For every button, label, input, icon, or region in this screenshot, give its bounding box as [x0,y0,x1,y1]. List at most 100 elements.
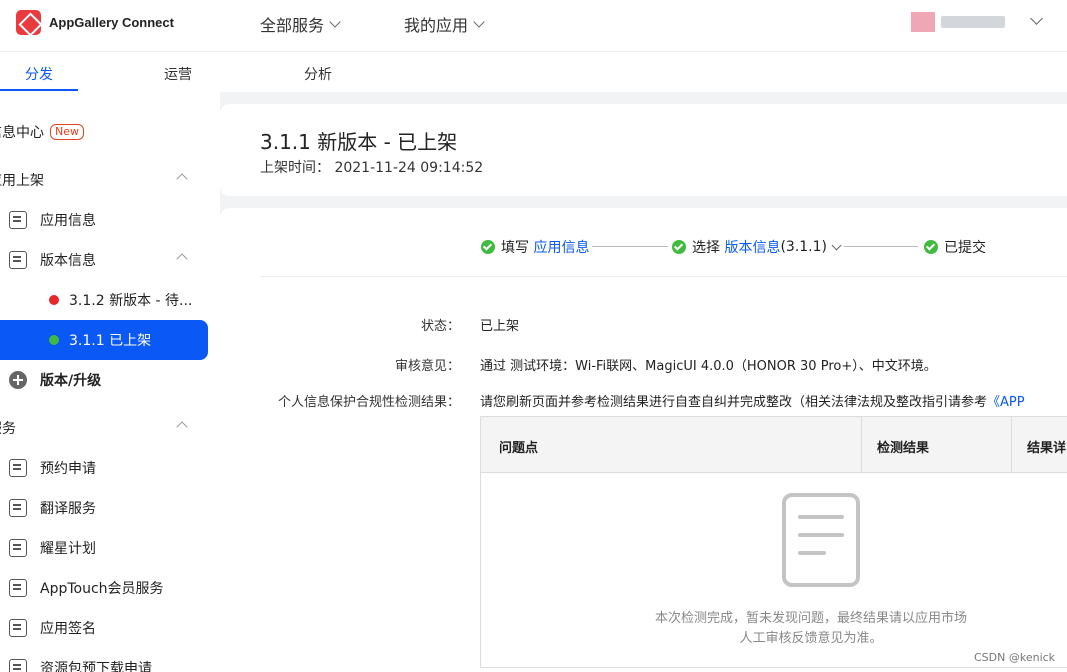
status-label: 状态： [420,319,460,334]
privacy-text: 请您刷新页面并参考检测结果进行自查自纠并完成整改（相关法律法规及整改指引请参考 [480,395,988,410]
sidebar-item-resource-predownload[interactable]: 资源包预下载申请 [0,648,208,672]
sidebar-item-label: 版本信息 [40,253,96,269]
nav-all-services-label: 全部服务 [260,16,325,35]
sidebar-item-star-plan[interactable]: 耀星计划 [0,528,208,568]
review-value: 通过 测试环境：Wi-Fi联网、MagicUI 4.0.0（HONOR 30 P… [480,359,937,374]
sidebar-item-label: 资源包预下载申请 [40,661,152,672]
new-badge: New [50,124,84,140]
sidebar-item-app-info[interactable]: 应用信息 [0,200,208,240]
sidebar-item-label: 翻译服务 [40,501,96,517]
brand-name: AppGallery Connect [49,15,174,30]
step-app-info-link[interactable]: 应用信息 [533,237,589,257]
sidebar-item-label: 耀星计划 [40,541,96,557]
membership-icon [9,579,27,597]
review-label: 审核意见： [394,359,460,374]
signing-icon [9,619,27,637]
sidebar-item-label: 版本/升级 [40,373,102,389]
sidebar-section-label: 应用上架 [0,173,44,189]
empty-line-2: 人工审核反馈意见为准。 [739,631,883,646]
app-info-icon [9,211,27,229]
sidebar-item-apptouch[interactable]: AppTouch会员服务 [0,568,208,608]
step-version-number: (3.1.1) [780,239,827,255]
sidebar-item-label: 3.1.1 已上架 [69,333,152,349]
version-header-card: 3.1.1 新版本 - 已上架 上架时间： 2021-11-24 09:14:5… [220,104,1067,196]
sidebar-item-message-center[interactable]: 信息中心 New [0,112,196,152]
check-circle-icon [481,240,495,254]
sidebar-item-reservation[interactable]: 预约申请 [0,448,208,488]
chevron-up-icon [176,421,188,433]
sidebar-item-translation[interactable]: 翻译服务 [0,488,208,528]
step-version-info: 选择 版本信息 (3.1.1) [672,237,842,257]
privacy-label: 个人信息保护合规性检测结果： [277,395,460,410]
empty-state-text: 本次检测完成，暂未发现问题，最终结果请以应用市场 人工审核反馈意见为准。 [621,609,1001,649]
step-version-info-link[interactable]: 版本信息 [724,237,780,257]
step-label: 已提交 [944,240,986,256]
status-dot-red-icon [49,295,59,305]
tab-distribution[interactable]: 分发 [25,64,53,84]
table-header: 问题点 检测结果 结果详 [481,417,1067,473]
tab-analytics[interactable]: 分析 [304,64,332,84]
sidebar-item-label: 应用信息 [40,213,96,229]
published-value: 2021-11-24 09:14:52 [334,160,484,176]
col-detail: 结果详 [1027,441,1067,456]
top-header: AppGallery Connect 全部服务 我的应用 [0,0,1067,52]
sidebar-item-label: 应用签名 [40,621,96,637]
nav-my-apps-label: 我的应用 [404,16,469,35]
privacy-guide-link[interactable]: 《APP [987,395,1025,410]
step-app-info: 填写 应用信息 [481,237,589,257]
active-tab-indicator [0,89,78,91]
step-connector [844,246,918,247]
plus-circle-icon [9,371,27,389]
status-value: 已上架 [480,319,520,334]
sidebar-item-version-info[interactable]: 版本信息 [0,240,208,280]
sidebar-section-publish[interactable]: 应用上架 [0,160,196,200]
column-separator [861,417,862,473]
star-plan-icon [9,539,27,557]
sidebar-item-label: AppTouch会员服务 [40,581,164,597]
nav-all-services[interactable]: 全部服务 [260,12,341,36]
chevron-down-icon [329,16,341,28]
chevron-up-icon [176,173,188,185]
tab-operations[interactable]: 运营 [164,64,192,84]
check-circle-icon [924,240,938,254]
page-title: 3.1.1 新版本 - 已上架 [260,130,458,154]
check-circle-icon [672,240,686,254]
sidebar-item-label: 信息中心 [0,125,44,141]
sidebar-section-label: 服务 [0,421,16,437]
document-empty-icon [782,493,860,587]
nav-my-apps[interactable]: 我的应用 [404,12,485,36]
brand[interactable]: AppGallery Connect [16,10,174,35]
user-name-blurred[interactable] [941,16,1005,28]
col-issue: 问题点 [499,441,539,456]
divider [260,276,1067,277]
version-detail-card: 填写 应用信息 选择 版本信息 (3.1.1) 已提交 状态： 已上架 审核意见… [220,208,1067,672]
chevron-down-icon [473,16,485,28]
step-submitted: 已提交 [924,237,986,257]
empty-line-1: 本次检测完成，暂未发现问题，最终结果请以应用市场 [654,611,967,626]
sidebar-item-version-311[interactable]: 3.1.1 已上架 [0,320,208,360]
col-result: 检测结果 [877,441,930,456]
step-connector [592,246,668,247]
sidebar-item-version-upgrade[interactable]: 版本/升级 [0,360,208,400]
sidebar: 信息中心 New 应用上架 应用信息 版本信息 3.1.2 新版本 - 待...… [0,92,220,672]
watermark: CSDN @kenick [974,651,1056,664]
user-menu-chevron-icon[interactable] [1030,12,1043,25]
appgallery-logo-icon [16,10,41,35]
sidebar-item-version-312[interactable]: 3.1.2 新版本 - 待... [0,280,208,320]
published-time: 上架时间： 2021-11-24 09:14:52 [260,157,483,177]
chevron-down-icon[interactable] [831,240,842,250]
sidebar-item-app-signing[interactable]: 应用签名 [0,608,208,648]
step-prefix: 填写 [501,240,529,256]
column-separator [1011,417,1012,473]
sidebar-section-services[interactable]: 服务 [0,408,196,448]
translation-icon [9,499,27,517]
sidebar-item-label: 3.1.2 新版本 - 待... [69,293,193,309]
avatar[interactable] [911,12,935,32]
status-dot-green-icon [49,335,59,345]
module-tabs: 分发 运营 分析 [0,52,1067,92]
chevron-up-icon [176,253,188,265]
sidebar-item-label: 预约申请 [40,461,96,477]
privacy-value: 请您刷新页面并参考检测结果进行自查自纠并完成整改（相关法律法规及整改指引请参考《… [480,391,1025,410]
version-info-icon [9,251,27,269]
step-prefix: 选择 [692,240,720,256]
